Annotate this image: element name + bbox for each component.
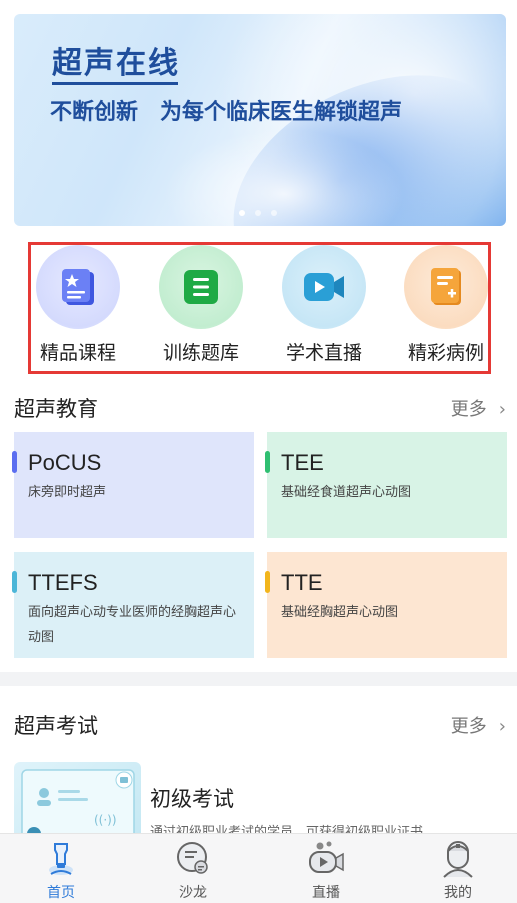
quick-nav-question-bank[interactable]: 训练题库 — [146, 245, 256, 365]
carousel-dot[interactable] — [255, 210, 261, 216]
carousel-indicator — [239, 210, 277, 216]
course-card-tee[interactable]: TEE 基础经食道超声心动图 — [265, 432, 507, 538]
quick-nav-label: 精品课程 — [39, 342, 116, 364]
more-label: 更多 — [450, 399, 487, 420]
card-title: TEE — [281, 450, 324, 475]
chevron-right-icon: › — [498, 716, 506, 737]
carousel-dot[interactable] — [271, 210, 277, 216]
quick-nav-live[interactable]: 学术直播 — [269, 245, 379, 365]
exam-section-header: 超声考试 更多 › — [14, 710, 506, 740]
carousel-dot[interactable] — [239, 210, 245, 216]
tab-label: 我的 — [444, 885, 472, 901]
tab-label: 直播 — [312, 885, 340, 901]
card-description: 基础经胸超声心动图 — [281, 605, 399, 620]
quick-nav-courses[interactable]: 精品课程 — [23, 245, 133, 365]
card-accent-bar — [265, 571, 270, 593]
tab-mine[interactable]: 我的 — [418, 840, 498, 902]
exam-thumbnail[interactable]: ((·)) — [14, 762, 141, 842]
card-title: TTEFS — [28, 570, 98, 595]
medical-record-icon — [431, 268, 461, 305]
hero-banner[interactable]: 超声在线 不断创新 为每个临床医生解锁超声 — [14, 14, 506, 226]
quick-nav-label: 训练题库 — [162, 342, 239, 364]
banner-slogan: 不断创新 为每个临床医生解锁超声 — [50, 94, 402, 126]
star-book-icon — [62, 269, 94, 305]
tab-label: 沙龙 — [179, 885, 207, 901]
section-divider — [0, 672, 517, 686]
banner-title-underline — [52, 82, 178, 85]
banner-slogan-part2: 为每个临床医生解锁超声 — [160, 100, 403, 125]
card-accent-bar — [12, 451, 17, 473]
exam-item-title[interactable]: 初级考试 — [150, 783, 234, 813]
quick-nav-label: 精彩病例 — [407, 342, 484, 364]
more-label: 更多 — [450, 716, 487, 737]
card-accent-bar — [265, 451, 270, 473]
quick-nav-label: 学术直播 — [285, 342, 362, 364]
quick-nav-highlight-box: 精品课程 训练题库 学术直播 精彩病例 — [28, 242, 491, 374]
live-camera-icon — [309, 841, 344, 873]
card-title: PoCUS — [28, 450, 102, 475]
card-title: TTE — [281, 570, 323, 595]
card-accent-bar — [12, 571, 17, 593]
bottom-tab-bar: 首页 沙龙 直播 我的 — [0, 833, 517, 903]
tab-home[interactable]: 首页 — [21, 840, 101, 902]
tab-salon[interactable]: 沙龙 — [153, 840, 233, 902]
exam-more-link[interactable]: 更多 › — [451, 712, 506, 738]
doctor-avatar-icon — [443, 841, 473, 878]
chevron-right-icon: › — [498, 399, 506, 420]
education-section-header: 超声教育 更多 › — [14, 393, 506, 423]
section-title: 超声考试 — [14, 714, 98, 738]
quick-nav-cases[interactable]: 精彩病例 — [391, 245, 501, 365]
video-camera-icon — [304, 273, 344, 301]
course-card-tte[interactable]: TTE 基础经胸超声心动图 — [265, 552, 507, 658]
tab-label: 首页 — [47, 885, 75, 901]
section-title: 超声教育 — [14, 397, 98, 421]
home-probe-icon — [49, 843, 73, 875]
card-description: 基础经食道超声心动图 — [281, 485, 412, 500]
list-doc-icon — [184, 270, 218, 304]
card-description: 床旁即时超声 — [28, 485, 107, 500]
certificate-illustration: ((·)) — [21, 769, 135, 842]
banner-slogan-part1: 不断创新 — [50, 100, 139, 125]
tab-live[interactable]: 直播 — [286, 840, 366, 902]
education-more-link[interactable]: 更多 › — [451, 395, 506, 421]
banner-title: 超声在线 — [52, 46, 180, 81]
course-card-ttefs[interactable]: TTEFS 面向超声心动专业医师的经胸超声心动图 — [12, 552, 254, 658]
card-description: 面向超声心动专业医师的经胸超声心动图 — [28, 605, 237, 645]
course-card-pocus[interactable]: PoCUS 床旁即时超声 — [12, 432, 254, 538]
svg-text:((·)): ((·)) — [94, 813, 117, 827]
chat-bubble-icon — [177, 842, 208, 874]
